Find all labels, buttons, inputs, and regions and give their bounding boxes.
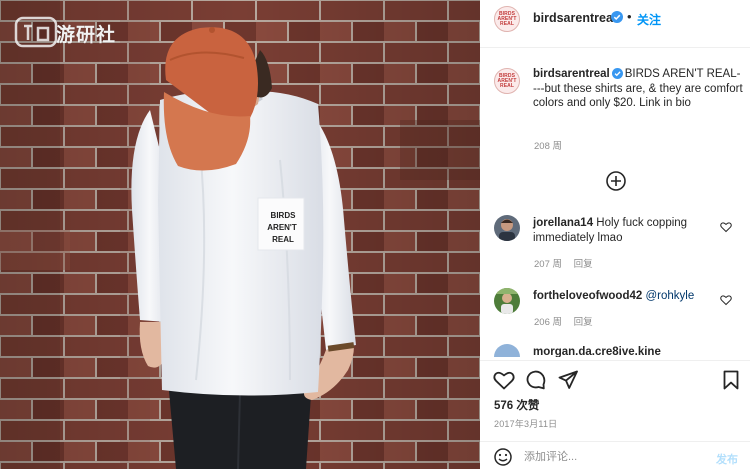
post-date: 2017年3月11日 xyxy=(494,419,558,429)
header-separator-dot: • xyxy=(627,9,632,24)
comment-item: jorellana14 Holy fuck copping immediatel… xyxy=(480,215,750,275)
verified-badge-icon xyxy=(611,11,623,23)
like-count[interactable]: 576 次赞 xyxy=(494,397,539,413)
caption-avatar-logo-line-3: REAL xyxy=(499,82,514,89)
shirt-print-line-2: AREN'T xyxy=(267,223,297,232)
comment-item: fortheloveofwood42 @rohkyle 206 周 回复 xyxy=(480,288,750,338)
comment-avatar[interactable] xyxy=(494,288,520,314)
comment-bar: 发布 xyxy=(480,441,750,469)
avatar-logo-line-3: REAL xyxy=(499,20,514,27)
comment-input[interactable] xyxy=(524,448,694,466)
caption-text: birdsarentreal BIRDS AREN'T REAL----but t… xyxy=(533,67,743,111)
comment-timestamp[interactable]: 206 周 xyxy=(534,317,562,328)
comment-text: jorellana14 Holy fuck copping immediatel… xyxy=(533,216,721,245)
caption-username[interactable]: birdsarentreal xyxy=(533,68,610,80)
comment-mention[interactable]: @rohkyle xyxy=(645,290,694,302)
heart-icon[interactable] xyxy=(720,221,732,233)
share-icon[interactable] xyxy=(558,370,578,390)
comment-meta: 206 周 回复 xyxy=(534,314,602,328)
comment-avatar[interactable] xyxy=(494,344,520,357)
heart-icon[interactable] xyxy=(493,370,515,390)
comment-text: morgan.da.cre8ive.kine xyxy=(533,345,721,357)
comment-item: morgan.da.cre8ive.kine xyxy=(480,344,750,357)
comment-username[interactable]: fortheloveofwood42 xyxy=(533,290,642,302)
emoji-icon[interactable] xyxy=(494,448,512,466)
comment-username[interactable]: jorellana14 xyxy=(533,217,593,229)
post-actions: 576 次赞 2017年3月11日 发布 xyxy=(480,360,750,469)
caption-timestamp[interactable]: 208 周 xyxy=(534,138,562,152)
heart-icon[interactable] xyxy=(720,294,732,306)
follow-button[interactable]: 关注 xyxy=(637,11,661,28)
watermark-text: 游研社 xyxy=(56,24,117,46)
bookmark-icon[interactable] xyxy=(723,370,739,390)
comment-username[interactable]: morgan.da.cre8ive.kine xyxy=(533,346,661,357)
comment-text: fortheloveofwood42 @rohkyle xyxy=(533,289,721,304)
verified-badge-icon xyxy=(611,68,623,79)
comment-meta: 207 周 回复 xyxy=(534,256,602,270)
post-header: BIRDS AREN'T REAL birdsarentreal • 关注 xyxy=(480,0,750,48)
comment-timestamp[interactable]: 207 周 xyxy=(534,259,562,270)
comment-avatar[interactable] xyxy=(494,215,520,241)
post-comment-button[interactable]: 发布 xyxy=(716,451,738,467)
reply-button[interactable]: 回复 xyxy=(574,317,593,328)
shirt-print-line-1: BIRDS xyxy=(271,211,297,220)
plus-circle-icon[interactable] xyxy=(605,170,627,192)
reply-button[interactable]: 回复 xyxy=(574,259,593,270)
avatar[interactable]: BIRDS AREN'T REAL xyxy=(494,6,520,32)
comment-icon[interactable] xyxy=(526,370,546,390)
post-photo[interactable]: BIRDS AREN'T REAL 游研社 xyxy=(0,0,480,469)
post-side-panel: BIRDS AREN'T REAL birdsarentreal • 关注 BI… xyxy=(480,0,750,469)
shirt-print-line-3: REAL xyxy=(272,235,294,244)
photo-canvas: BIRDS AREN'T REAL xyxy=(0,0,480,469)
header-username[interactable]: birdsarentreal xyxy=(533,11,616,25)
caption-avatar[interactable]: BIRDS AREN'T REAL xyxy=(494,68,520,94)
